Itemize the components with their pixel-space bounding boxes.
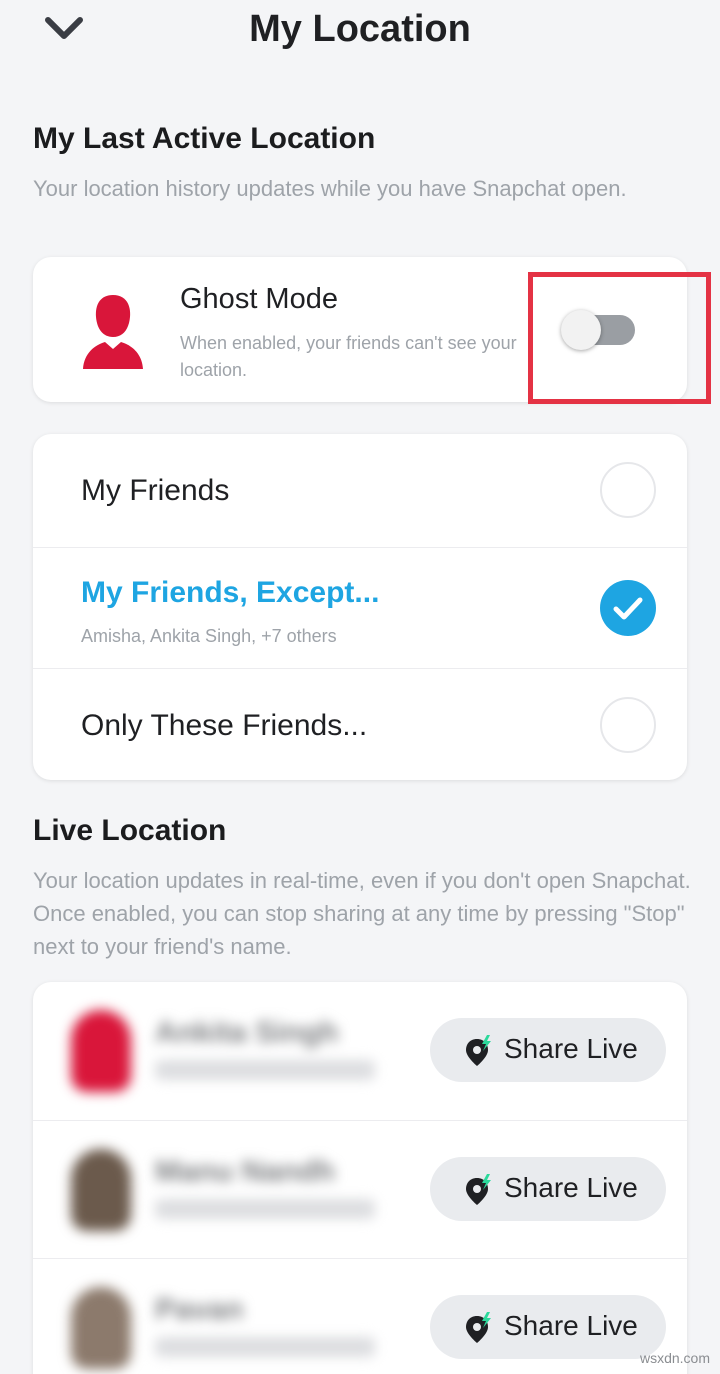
share-live-button[interactable]: Share Live — [430, 1018, 666, 1082]
ghost-avatar-icon — [81, 291, 145, 369]
live-location-pin-icon — [464, 1174, 494, 1206]
friend-name: Manu Nandh — [155, 1155, 335, 1188]
friend-name: Pavan — [155, 1293, 244, 1326]
ghost-mode-toggle[interactable] — [561, 310, 635, 350]
ghost-mode-card: Ghost Mode When enabled, your friends ca… — [33, 257, 687, 402]
list-item: Manu Nandh Share Live — [33, 1120, 687, 1258]
option-sublabel: Amisha, Ankita Singh, +7 others — [81, 626, 337, 646]
list-item: Pavan Share Live — [33, 1258, 687, 1374]
live-location-title: Live Location — [33, 814, 227, 847]
share-live-label: Share Live — [504, 1172, 638, 1203]
friend-subtitle — [155, 1060, 375, 1080]
option-only-these-friends[interactable]: Only These Friends... — [33, 668, 687, 780]
blurred-friend: Manu Nandh — [63, 1143, 383, 1239]
checkmark-icon[interactable] — [600, 580, 656, 636]
avatar — [71, 1287, 131, 1369]
last-active-description: Your location history updates while you … — [33, 176, 627, 201]
last-active-title: My Last Active Location — [33, 122, 376, 155]
list-item: Ankita Singh Share Live — [33, 982, 687, 1120]
radio-unchecked-icon[interactable] — [600, 697, 656, 753]
live-location-pin-icon — [464, 1312, 494, 1344]
friend-subtitle — [155, 1337, 375, 1357]
friend-name: Ankita Singh — [155, 1016, 339, 1049]
friend-subtitle — [155, 1199, 375, 1219]
option-my-friends[interactable]: My Friends — [33, 434, 687, 547]
live-location-card: Ankita Singh Share Live Manu Nandh Share… — [33, 982, 687, 1374]
radio-unchecked-icon[interactable] — [600, 462, 656, 518]
blurred-friend: Ankita Singh — [63, 1004, 383, 1100]
option-my-friends-except[interactable]: My Friends, Except... Amisha, Ankita Sin… — [33, 547, 687, 668]
page-title: My Location — [249, 8, 471, 50]
avatar — [71, 1149, 131, 1231]
sharing-options-card: My Friends My Friends, Except... Amisha,… — [33, 434, 687, 780]
blurred-friend: Pavan — [63, 1281, 383, 1374]
option-label: Only These Friends... — [81, 709, 368, 742]
option-label: My Friends, Except... — [81, 576, 380, 609]
live-location-pin-icon — [464, 1035, 494, 1067]
ghost-mode-title: Ghost Mode — [180, 283, 338, 315]
option-label: My Friends — [81, 474, 230, 507]
share-live-button[interactable]: Share Live — [430, 1157, 666, 1221]
ghost-mode-description: When enabled, your friends can't see you… — [180, 333, 517, 380]
live-location-description: Your location updates in real-time, even… — [33, 868, 691, 959]
header: My Location — [0, 0, 720, 80]
toggle-knob — [561, 310, 601, 350]
watermark: wsxdn.com — [639, 1350, 710, 1366]
avatar — [71, 1010, 131, 1092]
share-live-button[interactable]: Share Live — [430, 1295, 666, 1359]
share-live-label: Share Live — [504, 1033, 638, 1064]
share-live-label: Share Live — [504, 1310, 638, 1341]
